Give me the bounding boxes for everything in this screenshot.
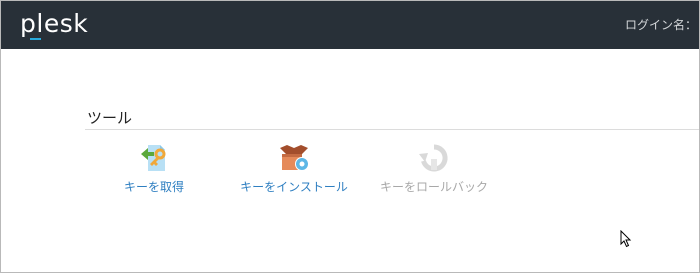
login-name-label: ログイン名： [625, 18, 698, 32]
top-header-bar: plesk ログイン名： [1, 1, 699, 49]
plesk-logo[interactable]: plesk [20, 9, 88, 39]
section-title-tools: ツール [87, 109, 133, 127]
rollback-key-button: キーをロールバック [379, 142, 489, 195]
get-key-button[interactable]: キーを取得 [121, 142, 187, 195]
install-key-label: キーをインストール [240, 180, 348, 194]
logo-accent-underline [30, 38, 41, 40]
mouse-pointer-icon [620, 230, 632, 248]
install-key-button[interactable]: キーをインストール [238, 142, 350, 195]
rollback-key-label: キーをロールバック [379, 180, 488, 194]
section-divider [85, 129, 699, 130]
rollback-key-icon [419, 144, 448, 172]
install-key-icon [280, 145, 309, 171]
get-key-icon [141, 145, 166, 171]
get-key-label: キーを取得 [123, 180, 184, 194]
browser-frame: plesk ログイン名： ツール キーを取得 キーをインストール キーをロールバ… [0, 0, 700, 273]
